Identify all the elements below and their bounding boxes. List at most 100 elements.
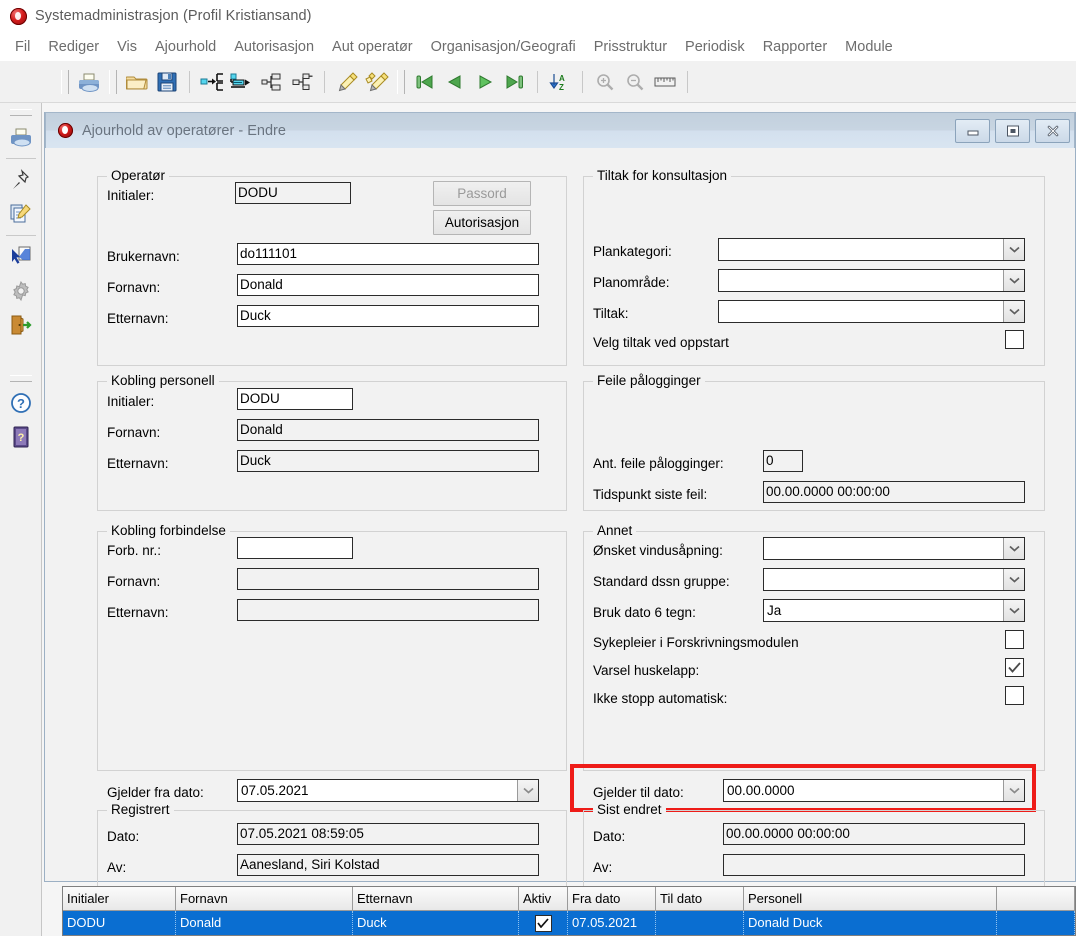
cell-aktiv[interactable] <box>519 911 568 935</box>
check-icon <box>1008 662 1021 673</box>
outdent-icon[interactable] <box>258 68 286 96</box>
grid-col-etternavn[interactable]: Etternavn <box>353 887 519 910</box>
kf-etternavn-field <box>237 599 539 621</box>
tidspunkt-siste-feil-label: Tidspunkt siste feil: <box>593 487 708 502</box>
nav-prev-icon[interactable] <box>441 68 469 96</box>
operator-grid[interactable]: Initialer Fornavn Etternavn Aktiv Fra da… <box>62 886 1076 936</box>
grid-col-til-dato[interactable]: Til dato <box>656 887 744 910</box>
app-logo-icon <box>10 7 27 25</box>
dialog-titlebar[interactable]: Ajourhold av operatører - Endre <box>45 112 1075 148</box>
gjelder-til-value: 00.00.0000 <box>727 783 795 798</box>
sidebar-manual-icon[interactable]: ? <box>5 421 37 453</box>
grid-col-personell[interactable]: Personell <box>744 887 997 910</box>
menu-item-module[interactable]: Module <box>836 37 902 57</box>
grid-col-aktiv[interactable]: Aktiv <box>519 887 568 910</box>
sidebar-pointer-icon[interactable] <box>5 241 37 273</box>
sidebar-exit-icon[interactable] <box>5 309 37 341</box>
pencil-eraser-icon[interactable] <box>333 68 361 96</box>
operator-brukernavn-field[interactable]: do111101 <box>237 243 539 265</box>
dato6-combo[interactable]: Ja <box>763 599 1025 622</box>
chevron-down-icon[interactable] <box>1003 538 1024 559</box>
aktiv-checkbox[interactable] <box>534 914 552 932</box>
sidebar-gear-icon[interactable] <box>5 275 37 307</box>
grid-col-empty[interactable] <box>997 887 1075 910</box>
gjelder-fra-combo[interactable]: 07.05.2021 <box>237 779 539 802</box>
planomrade-combo[interactable] <box>718 269 1025 292</box>
save-disk-icon[interactable] <box>153 68 181 96</box>
kp-initialer-field[interactable]: DODU <box>237 388 353 410</box>
maximize-icon[interactable] <box>995 118 1030 143</box>
operator-fornavn-field[interactable]: Donald <box>237 274 539 296</box>
menu-item-fil[interactable]: Fil <box>6 37 39 57</box>
menu-item-prisstruktur[interactable]: Prisstruktur <box>585 37 676 57</box>
menu-item-aut-operator[interactable]: Aut operatør <box>323 37 422 57</box>
operator-etternavn-label: Etternavn: <box>107 311 169 326</box>
ikke-stopp-checkbox[interactable] <box>1005 686 1024 705</box>
gjelder-til-combo[interactable]: 00.00.0000 <box>723 779 1025 802</box>
sidebar-edit-doc-icon[interactable] <box>5 198 37 230</box>
chevron-down-icon[interactable] <box>1003 780 1024 801</box>
nav-first-icon[interactable] <box>411 68 439 96</box>
zoom-in-icon[interactable] <box>591 68 619 96</box>
tiltak-combo[interactable] <box>718 300 1025 323</box>
chevron-down-icon[interactable] <box>1003 301 1024 322</box>
sidebar-separator-1 <box>5 158 36 159</box>
dssn-gruppe-combo[interactable] <box>763 568 1025 591</box>
group-kobling-personell-legend: Kobling personell <box>107 373 219 388</box>
minimize-icon[interactable] <box>955 118 990 143</box>
menu-item-autorisasjon[interactable]: Autorisasjon <box>225 37 323 57</box>
menu-item-periodisk[interactable]: Periodisk <box>676 37 754 57</box>
sort-az-icon[interactable]: A Z <box>546 68 574 96</box>
varsel-huskelapp-checkbox[interactable] <box>1005 658 1024 677</box>
chevron-down-icon[interactable] <box>1003 270 1024 291</box>
chevron-down-icon[interactable] <box>1003 600 1024 621</box>
zoom-out-icon[interactable] <box>621 68 649 96</box>
menu-item-rapporter[interactable]: Rapporter <box>754 37 836 57</box>
toolbar-grip-2[interactable] <box>109 69 117 94</box>
indent-icon[interactable] <box>288 68 316 96</box>
passord-button[interactable]: Passord <box>433 181 531 206</box>
pencil-edit-icon[interactable] <box>363 68 391 96</box>
insert-row-after-icon[interactable] <box>228 68 256 96</box>
menu-item-ajourhold[interactable]: Ajourhold <box>146 37 225 57</box>
sist-endret-av-label: Av: <box>593 860 613 875</box>
operator-etternavn-field[interactable]: Duck <box>237 305 539 327</box>
sidebar-help-icon[interactable]: ? <box>5 387 37 419</box>
dssn-gruppe-label: Standard dssn gruppe: <box>593 574 730 589</box>
kf-forbnr-field[interactable] <box>237 537 353 559</box>
group-sist-endret-legend: Sist endret <box>593 802 666 817</box>
sidebar-pin-icon[interactable] <box>5 164 37 196</box>
grid-col-initialer[interactable]: Initialer <box>63 887 176 910</box>
chevron-down-icon[interactable] <box>517 780 538 801</box>
toolbar-grip-3[interactable] <box>397 69 405 94</box>
sidebar-print-icon[interactable] <box>5 121 37 153</box>
plankategori-combo[interactable] <box>718 238 1025 261</box>
sykepleier-label: Sykepleier i Forskrivningsmodulen <box>593 635 799 650</box>
ruler-icon[interactable] <box>651 68 679 96</box>
grid-col-fornavn[interactable]: Fornavn <box>176 887 353 910</box>
sidebar-grip-2[interactable] <box>9 375 32 382</box>
sykepleier-checkbox[interactable] <box>1005 630 1024 649</box>
menu-item-rediger[interactable]: Rediger <box>39 37 108 57</box>
menu-item-organisasjon-geografi[interactable]: Organisasjon/Geografi <box>422 37 585 57</box>
close-icon[interactable] <box>1035 118 1070 143</box>
nav-last-icon[interactable] <box>501 68 529 96</box>
autorisasjon-button[interactable]: Autorisasjon <box>433 210 531 235</box>
chevron-down-icon[interactable] <box>1003 239 1024 260</box>
open-folder-icon[interactable] <box>123 68 151 96</box>
operator-initialer-field[interactable]: DODU <box>235 182 351 204</box>
nav-next-icon[interactable] <box>471 68 499 96</box>
grid-col-fra-dato[interactable]: Fra dato <box>568 887 656 910</box>
print-icon[interactable] <box>75 68 103 96</box>
menu-item-vis[interactable]: Vis <box>108 37 146 57</box>
velg-tiltak-label: Velg tiltak ved oppstart <box>593 335 729 350</box>
velg-tiltak-checkbox[interactable] <box>1005 330 1024 349</box>
sidebar-grip-1[interactable] <box>9 109 32 116</box>
insert-row-icon[interactable] <box>198 68 226 96</box>
chevron-down-icon[interactable] <box>1003 569 1024 590</box>
vindusapning-combo[interactable] <box>763 537 1025 560</box>
vindusapning-label: Ønsket vindusåpning: <box>593 543 723 558</box>
operator-fornavn-label: Fornavn: <box>107 280 161 295</box>
toolbar-grip-1[interactable] <box>61 69 69 94</box>
table-row[interactable]: DODU Donald Duck 07.05.2021 Donald Duck <box>63 911 1075 935</box>
